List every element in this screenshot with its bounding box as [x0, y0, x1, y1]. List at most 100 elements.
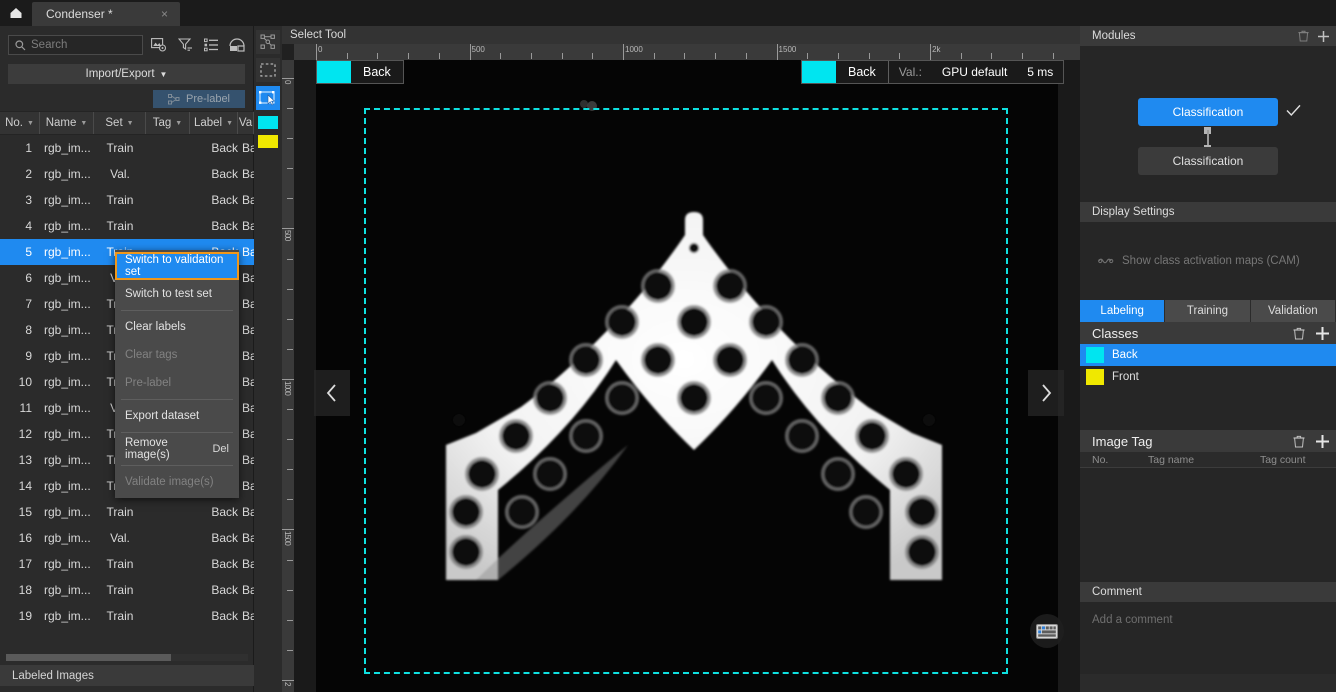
- module-node-classification[interactable]: Classification: [1138, 147, 1278, 175]
- column-header-set[interactable]: Set ▼: [94, 112, 146, 134]
- row-number: 15: [18, 505, 32, 519]
- table-row[interactable]: 18 rgb_im... Train Back Ba: [0, 577, 254, 603]
- tab-training[interactable]: Training: [1165, 300, 1251, 322]
- previous-image-button[interactable]: [314, 370, 350, 416]
- left-label-chip[interactable]: Back: [316, 60, 404, 84]
- scrollbar-thumb[interactable]: [6, 654, 171, 661]
- menu-item-label: Export dataset: [125, 410, 200, 422]
- row-set: Train: [106, 193, 134, 207]
- column-header-name[interactable]: Name ▼: [40, 112, 94, 134]
- table-row[interactable]: 16 rgb_im... Val. Back Ba: [0, 525, 254, 551]
- sort-caret-icon[interactable]: ▼: [127, 120, 134, 127]
- trash-icon[interactable]: [1298, 30, 1309, 42]
- select-tool[interactable]: [256, 86, 280, 110]
- prelabel-button[interactable]: Pre-label: [153, 90, 245, 108]
- sort-caret-icon[interactable]: ▼: [80, 120, 87, 127]
- plus-icon[interactable]: [1315, 434, 1330, 449]
- home-button[interactable]: [0, 0, 32, 26]
- ruler-tick: [776, 44, 778, 60]
- image-canvas[interactable]: [294, 60, 1080, 692]
- table-row[interactable]: 2 rgb_im... Val. Back Ba: [0, 161, 254, 187]
- row-number: 10: [18, 375, 32, 389]
- row-number: 7: [25, 297, 32, 311]
- class-label: Back: [1112, 349, 1138, 361]
- node-graph-tool[interactable]: [256, 30, 280, 54]
- display-settings-header: Display Settings: [1080, 202, 1336, 222]
- table-row[interactable]: 19 rgb_im... Train Back Ba: [0, 603, 254, 629]
- column-header-label: Name: [45, 117, 77, 129]
- row-context-menu[interactable]: Switch to validation set Switch to test s…: [115, 250, 239, 498]
- class-color-swatch[interactable]: [1086, 347, 1104, 363]
- plus-icon[interactable]: [1317, 30, 1330, 43]
- ruler-label: 2k: [932, 45, 941, 54]
- list-icon[interactable]: [201, 35, 221, 55]
- check-icon[interactable]: [1286, 104, 1301, 117]
- row-label: Back: [211, 141, 238, 155]
- row-name: rgb_im...: [44, 453, 91, 467]
- table-row[interactable]: 1 rgb_im... Train Back Ba: [0, 135, 254, 161]
- row-validation: Ba: [242, 427, 254, 441]
- menu-item-export-dataset[interactable]: Export dataset: [115, 402, 239, 430]
- trash-icon[interactable]: [1293, 327, 1305, 340]
- menu-item-switch-to-test-set[interactable]: Switch to test set: [115, 280, 239, 308]
- horizontal-scrollbar[interactable]: [6, 654, 248, 661]
- image-settings-icon[interactable]: [149, 35, 169, 55]
- class-item-front[interactable]: Front: [1080, 366, 1336, 388]
- module-node-classification-selected[interactable]: Classification: [1138, 98, 1278, 126]
- tag-column-header[interactable]: Tag name: [1136, 454, 1248, 466]
- sort-caret-icon[interactable]: ▼: [27, 120, 34, 127]
- sort-caret-icon[interactable]: ▼: [226, 120, 233, 127]
- close-icon[interactable]: ×: [157, 7, 172, 21]
- layout-icon[interactable]: [227, 35, 247, 55]
- menu-item-switch-to-validation-set[interactable]: Switch to validation set: [115, 252, 239, 280]
- tag-column-header[interactable]: Tag count: [1248, 454, 1336, 466]
- class-item-back[interactable]: Back: [1080, 344, 1336, 366]
- image-table-header: No. ▼ Name ▼ Set ▼ Tag ▼ Label ▼ Va: [0, 111, 254, 135]
- import-export-button[interactable]: Import/Export ▼: [8, 64, 245, 84]
- keyboard-shortcuts-button[interactable]: [1030, 614, 1064, 648]
- prelabel-label: Pre-label: [185, 93, 231, 105]
- column-header-no[interactable]: No. ▼: [0, 112, 40, 134]
- search-input[interactable]: Search: [8, 35, 143, 55]
- class-color-swatch[interactable]: [1086, 369, 1104, 385]
- selection-bounding-box[interactable]: [364, 108, 1008, 674]
- table-row[interactable]: 15 rgb_im... Train Back Ba: [0, 499, 254, 525]
- plus-icon[interactable]: [1315, 326, 1330, 341]
- cam-label[interactable]: Show class activation maps (CAM): [1122, 255, 1300, 267]
- filter-icon[interactable]: [175, 35, 195, 55]
- ruler-tick: [623, 44, 625, 60]
- comment-placeholder: Add a comment: [1092, 614, 1173, 626]
- ruler-tick: [684, 53, 686, 59]
- tab-validation[interactable]: Validation: [1250, 300, 1336, 322]
- trash-icon[interactable]: [1293, 435, 1305, 448]
- row-validation: Ba: [242, 271, 254, 285]
- tab-condenser[interactable]: Condenser * ×: [32, 2, 180, 26]
- comment-body[interactable]: Add a comment: [1080, 602, 1336, 674]
- menu-item-clear-labels[interactable]: Clear labels: [115, 313, 239, 341]
- row-validation: Ba: [242, 453, 254, 467]
- class-swatch-front[interactable]: [258, 135, 278, 148]
- column-header-va[interactable]: Va: [238, 112, 254, 134]
- class-swatch-back[interactable]: [258, 116, 278, 129]
- title-bar: Condenser * ×: [0, 0, 1336, 26]
- table-row[interactable]: 17 rgb_im... Train Back Ba: [0, 551, 254, 577]
- ruler-tick: [991, 53, 993, 59]
- tag-column-header[interactable]: No.: [1080, 454, 1136, 466]
- table-row[interactable]: 4 rgb_im... Train Back Ba: [0, 213, 254, 239]
- column-header-tag[interactable]: Tag ▼: [146, 112, 190, 134]
- ruler-tick: [287, 318, 293, 320]
- ruler-tick: [500, 53, 502, 59]
- row-name: rgb_im...: [44, 557, 91, 571]
- marquee-select-tool[interactable]: [256, 58, 280, 82]
- column-header-label[interactable]: Label ▼: [190, 112, 238, 134]
- sort-caret-icon[interactable]: ▼: [175, 120, 182, 127]
- right-label-chip[interactable]: Back Val.: GPU default 5 ms: [801, 60, 1065, 84]
- tab-labeling[interactable]: Labeling: [1080, 300, 1166, 322]
- menu-item-remove-image-s[interactable]: Remove image(s) Del: [115, 435, 239, 463]
- menu-separator: [121, 432, 233, 433]
- row-label: Back: [211, 193, 238, 207]
- display-settings-title: Display Settings: [1092, 206, 1175, 218]
- next-image-button[interactable]: [1028, 370, 1064, 416]
- table-row[interactable]: 3 rgb_im... Train Back Ba: [0, 187, 254, 213]
- row-number: 17: [18, 557, 32, 571]
